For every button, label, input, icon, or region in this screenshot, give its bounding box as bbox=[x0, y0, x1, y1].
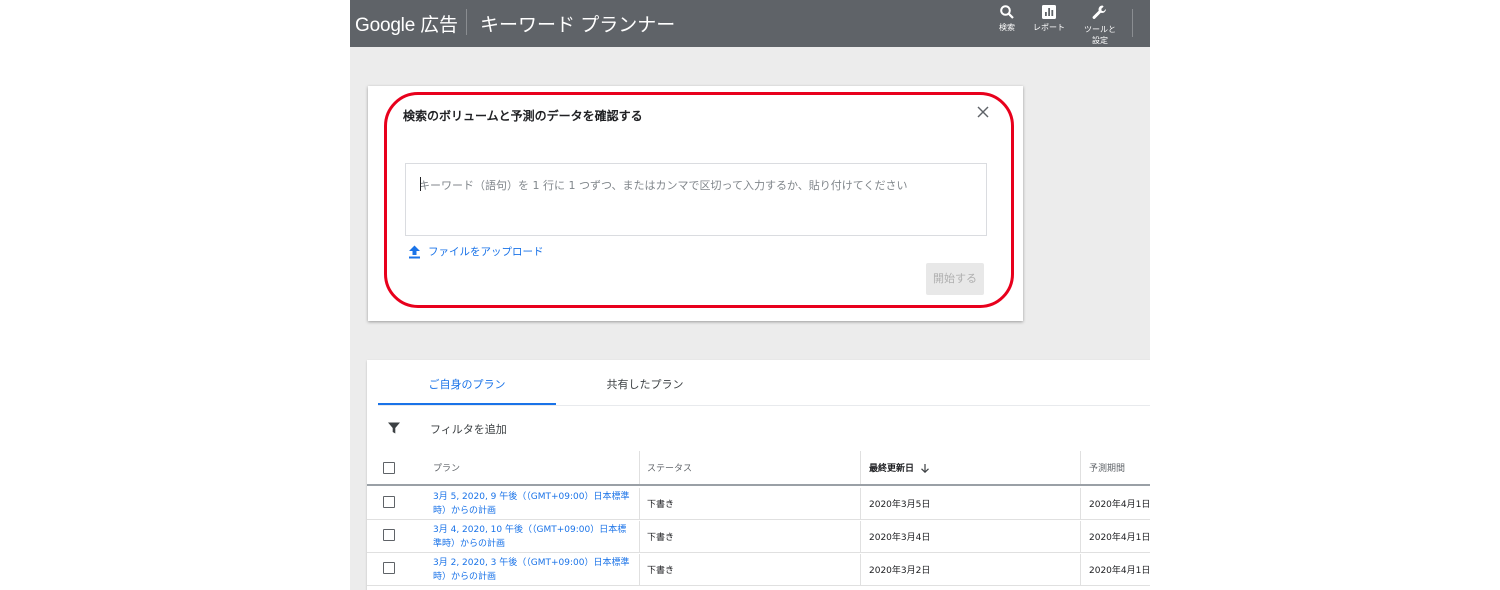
search-volume-dialog: 検索のボリュームと予測のデータを確認する ファイルをアップロード 開始する bbox=[368, 86, 1023, 321]
keyword-planner-app: Google 広告 キーワード プランナー 検索 レポート ツールと 設定 検索… bbox=[350, 0, 1150, 590]
close-icon[interactable] bbox=[975, 104, 991, 120]
tools-settings-button-label: ツールと 設定 bbox=[1084, 25, 1116, 45]
plan-link[interactable]: 3月 5, 2020, 9 午後（（GMT+09:00）日本標準時）からの計画 bbox=[433, 490, 633, 518]
sort-descending-icon bbox=[921, 463, 929, 473]
row-checkbox[interactable] bbox=[383, 496, 395, 508]
last-updated-cell: 2020年3月5日 bbox=[869, 500, 931, 510]
column-header-status[interactable]: ステータス bbox=[647, 451, 692, 484]
forecast-period-cell: 2020年4月1日 bbox=[1089, 566, 1150, 576]
tab-shared-plans[interactable]: 共有したプラン bbox=[556, 360, 734, 405]
status-cell: 下書き bbox=[647, 500, 675, 510]
search-icon bbox=[1000, 5, 1014, 19]
add-filter-button[interactable]: フィルタを追加 bbox=[430, 421, 507, 437]
plan-cell: 3月 2, 2020, 3 午後（（GMT+09:00）日本標準時）からの計画 bbox=[433, 554, 633, 585]
google-ads-logo[interactable]: Google 広告 bbox=[355, 10, 458, 37]
column-header-plan[interactable]: プラン bbox=[433, 451, 460, 484]
plans-panel: ご自身のプラン 共有したプラン フィルタを追加 プラン ステータス 最終更新日 bbox=[367, 360, 1150, 590]
last-updated-cell: 2020年3月2日 bbox=[869, 566, 931, 576]
page-title: キーワード プランナー bbox=[480, 15, 676, 36]
plan-cell: 3月 4, 2020, 10 午後（（GMT+09:00）日本標準時）からの計画 bbox=[433, 521, 633, 552]
wrench-icon bbox=[1092, 5, 1106, 20]
table-row[interactable]: 3月 5, 2020, 9 午後（（GMT+09:00）日本標準時）からの計画 … bbox=[367, 488, 1150, 520]
last-updated-label: 最終更新日 bbox=[869, 464, 915, 474]
brand-divider bbox=[466, 9, 467, 35]
column-divider bbox=[860, 554, 861, 585]
column-header-forecast-period[interactable]: 予測期間 bbox=[1089, 451, 1125, 484]
reports-button[interactable]: レポート bbox=[1027, 4, 1071, 33]
forecast-period-cell: 2020年4月1日 bbox=[1089, 533, 1150, 543]
top-bar: Google 広告 キーワード プランナー 検索 レポート ツールと 設定 bbox=[350, 0, 1150, 47]
toolbar-divider bbox=[1132, 9, 1133, 37]
text-caret bbox=[420, 177, 421, 191]
column-divider bbox=[860, 451, 861, 484]
column-divider bbox=[639, 554, 640, 585]
table-row[interactable]: 3月 2, 2020, 3 午後（（GMT+09:00）日本標準時）からの計画 … bbox=[367, 554, 1150, 586]
select-all-checkbox[interactable] bbox=[383, 462, 395, 474]
status-cell: 下書き bbox=[647, 533, 675, 543]
search-button-label: 検索 bbox=[999, 23, 1015, 32]
upload-icon bbox=[409, 245, 420, 258]
plan-cell: 3月 5, 2020, 9 午後（（GMT+09:00）日本標準時）からの計画 bbox=[433, 488, 633, 519]
plan-link[interactable]: 3月 2, 2020, 3 午後（（GMT+09:00）日本標準時）からの計画 bbox=[433, 556, 633, 584]
column-divider bbox=[1080, 451, 1081, 484]
search-button[interactable]: 検索 bbox=[985, 4, 1029, 33]
column-divider bbox=[860, 521, 861, 552]
table-row[interactable]: 3月 4, 2020, 10 午後（（GMT+09:00）日本標準時）からの計画… bbox=[367, 521, 1150, 553]
last-updated-cell: 2020年3月4日 bbox=[869, 533, 931, 543]
column-divider bbox=[1080, 554, 1081, 585]
column-divider bbox=[639, 521, 640, 552]
column-header-last-updated[interactable]: 最終更新日 bbox=[869, 451, 930, 484]
upload-file-label: ファイルをアップロード bbox=[428, 246, 544, 258]
row-checkbox[interactable] bbox=[383, 529, 395, 541]
plan-link[interactable]: 3月 4, 2020, 10 午後（（GMT+09:00）日本標準時）からの計画 bbox=[433, 523, 633, 551]
column-divider bbox=[1080, 488, 1081, 519]
keyword-input-box bbox=[405, 163, 987, 236]
tab-divider bbox=[378, 405, 1150, 406]
upload-file-link[interactable]: ファイルをアップロード bbox=[408, 244, 544, 259]
column-divider bbox=[1080, 521, 1081, 552]
dialog-title: 検索のボリュームと予測のデータを確認する bbox=[403, 109, 643, 123]
keyword-input[interactable] bbox=[406, 164, 986, 235]
tools-settings-button[interactable]: ツールと 設定 bbox=[1078, 4, 1122, 46]
column-divider bbox=[639, 451, 640, 484]
forecast-period-cell: 2020年4月1日 bbox=[1089, 500, 1150, 510]
column-divider bbox=[639, 488, 640, 519]
column-divider bbox=[860, 488, 861, 519]
row-checkbox[interactable] bbox=[383, 562, 395, 574]
table-header: プラン ステータス 最終更新日 予測期間 bbox=[367, 451, 1150, 486]
tab-my-plans[interactable]: ご自身のプラン bbox=[378, 360, 556, 405]
filter-icon[interactable] bbox=[387, 421, 401, 435]
reports-button-label: レポート bbox=[1033, 23, 1065, 32]
start-button[interactable]: 開始する bbox=[926, 263, 984, 295]
status-cell: 下書き bbox=[647, 566, 675, 576]
report-icon bbox=[1042, 5, 1056, 19]
